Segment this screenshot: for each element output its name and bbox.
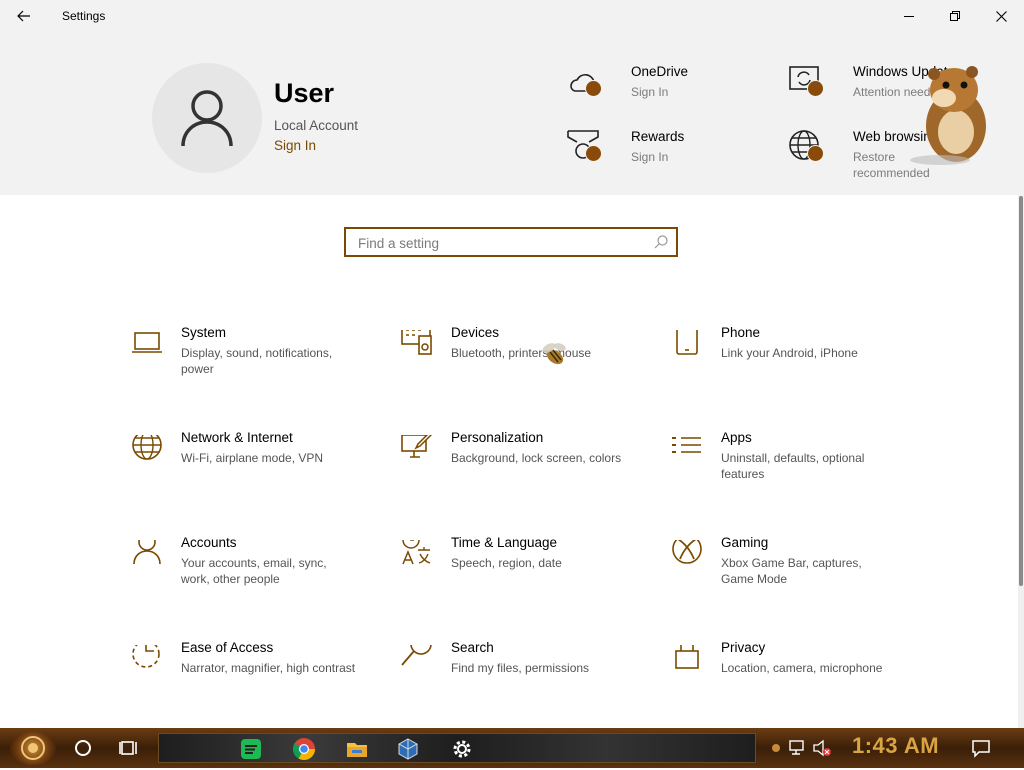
category-description: Your accounts, email, sync, work, other … xyxy=(181,556,327,586)
taskbar-settings[interactable] xyxy=(449,736,475,762)
category-title: Search xyxy=(451,640,494,655)
close-icon xyxy=(995,10,1007,22)
category-description: Background, lock screen, colors xyxy=(451,451,622,465)
category-gaming[interactable]: Gaming Xbox Game Bar, captures, Game Mod… xyxy=(671,535,901,610)
taskbar: 1:43 AM xyxy=(0,728,1024,768)
category-description: Wi-Fi, airplane mode, VPN xyxy=(181,451,324,465)
search-box[interactable] xyxy=(344,227,678,257)
status-badge xyxy=(585,145,602,162)
task-view-icon[interactable] xyxy=(118,737,140,759)
account-header: User Local Account Sign In OneDrive Sign… xyxy=(0,32,1024,195)
avatar[interactable] xyxy=(152,63,262,173)
title-bar: Settings xyxy=(0,0,1024,32)
category-description: Find my files, permissions xyxy=(451,661,590,675)
category-title: Network & Internet xyxy=(181,430,293,445)
category-devices[interactable]: Devices Bluetooth, printers, mouse xyxy=(401,325,631,400)
taskbar-clock[interactable]: 1:43 AM xyxy=(852,733,939,759)
time-language-icon xyxy=(402,540,431,565)
category-system[interactable]: System Display, sound, notifications, po… xyxy=(131,325,361,400)
quick-item-subtitle: Sign In xyxy=(631,150,669,164)
status-badge xyxy=(807,80,824,97)
category-network-internet[interactable]: Network & Internet Wi-Fi, airplane mode,… xyxy=(131,430,361,505)
network-icon[interactable] xyxy=(788,738,808,758)
search-icon xyxy=(654,235,668,249)
category-description: Display, sound, notifications, power xyxy=(181,346,333,376)
search-input[interactable] xyxy=(356,233,650,253)
file-explorer-icon xyxy=(347,743,367,757)
category-privacy[interactable]: Privacy Location, camera, microphone xyxy=(671,640,901,715)
status-badge xyxy=(807,145,824,162)
category-description: Xbox Game Bar, captures, Game Mode xyxy=(721,556,862,586)
xbox-icon xyxy=(672,540,702,564)
taskbar-virtualbox[interactable] xyxy=(395,736,421,762)
minimize-icon xyxy=(904,16,914,17)
category-description: Uninstall, defaults, optional features xyxy=(721,451,865,481)
search-magnifier-icon xyxy=(401,645,432,666)
settings-gear-icon xyxy=(453,740,471,758)
category-personalization[interactable]: Personalization Background, lock screen,… xyxy=(401,430,631,505)
cortana-icon[interactable] xyxy=(72,737,94,759)
category-ease-of-access[interactable]: Ease of Access Narrator, magnifier, high… xyxy=(131,640,361,715)
app-title: Settings xyxy=(62,9,106,23)
category-title: Accounts xyxy=(181,535,237,550)
category-title: Gaming xyxy=(721,535,769,550)
virtualbox-icon xyxy=(398,738,418,760)
restore-icon xyxy=(950,11,960,21)
category-description: Speech, region, date xyxy=(451,556,562,570)
laptop-icon xyxy=(132,332,162,353)
quick-item-title: OneDrive xyxy=(631,64,689,79)
apps-list-icon xyxy=(672,437,701,453)
hamster-mascot-icon xyxy=(910,66,986,165)
category-title: Privacy xyxy=(721,640,766,655)
show-hidden-icons-icon[interactable] xyxy=(766,738,786,758)
quick-item-onedrive[interactable]: OneDrive Sign In xyxy=(565,64,745,104)
quick-item-subtitle: Sign In xyxy=(631,85,669,99)
user-name: User xyxy=(274,78,335,108)
category-title: Phone xyxy=(721,325,761,340)
ease-of-access-icon xyxy=(132,645,160,668)
scrollbar-thumb[interactable] xyxy=(1019,196,1023,586)
phone-icon xyxy=(676,330,698,355)
category-description: Narrator, magnifier, high contrast xyxy=(181,661,356,675)
personalization-paint-icon xyxy=(401,435,433,458)
quick-item-title: Rewards xyxy=(631,129,685,144)
back-button[interactable] xyxy=(10,4,38,28)
start-button[interactable] xyxy=(10,731,56,765)
account-type: Local Account xyxy=(274,118,359,133)
taskbar-chrome[interactable] xyxy=(291,736,317,762)
category-phone[interactable]: Phone Link your Android, iPhone xyxy=(671,325,901,400)
bee-cursor-icon xyxy=(542,343,566,365)
volume-muted-icon[interactable] xyxy=(812,738,832,758)
category-description: Location, camera, microphone xyxy=(721,661,883,675)
user-avatar-icon xyxy=(181,90,233,147)
category-title: Apps xyxy=(721,430,752,445)
category-title: Time & Language xyxy=(451,535,558,550)
category-time-language[interactable]: Time & Language Speech, region, date xyxy=(401,535,631,610)
chrome-icon xyxy=(293,738,315,760)
quick-item-rewards[interactable]: Rewards Sign In xyxy=(565,129,745,169)
user-sign-in-link[interactable]: Sign In xyxy=(274,138,316,153)
arrow-left-icon xyxy=(17,10,30,22)
action-center-icon[interactable] xyxy=(970,737,992,759)
minimize-button[interactable] xyxy=(886,0,932,32)
taskbar-file-explorer[interactable] xyxy=(344,736,370,762)
category-search[interactable]: Search Find my files, permissions xyxy=(401,640,631,715)
category-title: Devices xyxy=(451,325,500,340)
devices-keyboard-speaker-icon xyxy=(401,330,432,355)
category-description: Link your Android, iPhone xyxy=(721,346,858,360)
status-badge xyxy=(585,80,602,97)
spotify-icon xyxy=(241,739,261,759)
lock-icon xyxy=(675,645,699,669)
category-accounts[interactable]: Accounts Your accounts, email, sync, wor… xyxy=(131,535,361,610)
close-button[interactable] xyxy=(978,0,1024,32)
steampunk-start-icon xyxy=(21,736,45,760)
globe-icon xyxy=(132,435,162,460)
category-apps[interactable]: Apps Uninstall, defaults, optional featu… xyxy=(671,430,901,505)
restore-button[interactable] xyxy=(932,0,978,32)
person-icon xyxy=(133,540,161,565)
category-title: System xyxy=(181,325,227,340)
category-title: Ease of Access xyxy=(181,640,274,655)
category-title: Personalization xyxy=(451,430,544,445)
taskbar-spotify[interactable] xyxy=(238,736,264,762)
